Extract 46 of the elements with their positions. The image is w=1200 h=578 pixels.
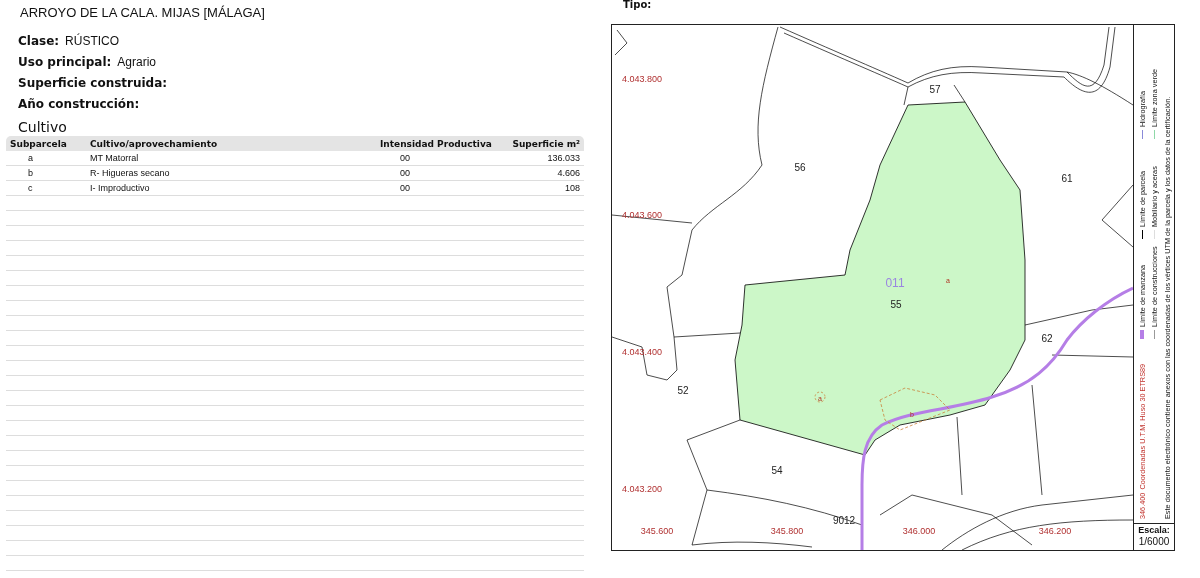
coordinate-label: 346.000 bbox=[902, 526, 936, 536]
coordinate-label: 4.043.400 bbox=[622, 347, 663, 357]
map-label: 57 bbox=[929, 84, 941, 95]
table-cell-text: 00 bbox=[399, 183, 411, 193]
field-label: Superficie construida: bbox=[18, 76, 168, 90]
coordinate-label: 346.200 bbox=[1038, 526, 1072, 536]
map-label: 52 bbox=[677, 385, 689, 396]
map-label: 011 bbox=[885, 276, 905, 290]
table-cell-text: c bbox=[27, 183, 34, 193]
address-title: ARROYO DE LA CALA. MIJAS [MÁLAGA] bbox=[20, 5, 266, 20]
table-cell-text: 4.606 bbox=[556, 168, 580, 178]
column-header: Intensidad Productiva bbox=[380, 138, 493, 149]
coordinate-label: 4.043.200 bbox=[622, 484, 663, 494]
map-type-label: Tipo: bbox=[623, 0, 653, 12]
column-header: Subparcela bbox=[9, 138, 68, 149]
map-label: 62 bbox=[1041, 333, 1053, 344]
coordinate-label: 345.800 bbox=[770, 526, 804, 536]
coordinate-label: 345.600 bbox=[640, 526, 674, 536]
field-label: Año construcción: bbox=[18, 97, 140, 111]
table-cell-text: 136.033 bbox=[546, 153, 580, 163]
map-label: 56 bbox=[794, 162, 806, 173]
table-cell-text: 108 bbox=[563, 183, 580, 193]
scale-label: Escala: bbox=[1138, 524, 1170, 536]
table-cell-text: 00 bbox=[399, 153, 411, 163]
coordinate-label: 4.043.800 bbox=[622, 74, 663, 84]
table-cell-text: MT Matorral bbox=[90, 153, 140, 163]
map-label: 54 bbox=[771, 465, 783, 476]
map-label: 9012 bbox=[832, 515, 856, 526]
subparcel-outline bbox=[879, 387, 951, 431]
subparcel-outline bbox=[814, 391, 826, 403]
table-cell-text: R- Higueras secano bbox=[90, 168, 171, 178]
column-header: Cultivo/aprovechamiento bbox=[90, 138, 219, 149]
field-label: Uso principal: bbox=[18, 55, 112, 69]
map-label: 61 bbox=[1061, 173, 1073, 184]
field-value: RÚSTICO bbox=[65, 34, 120, 48]
map-label: 55 bbox=[890, 299, 902, 310]
field-value: Agrario bbox=[117, 55, 156, 69]
table-cell-text: 00 bbox=[399, 168, 411, 178]
table-cell-text: b bbox=[27, 168, 34, 178]
section-title: Cultivo bbox=[18, 119, 68, 135]
table-cell-text: I- Improductivo bbox=[90, 183, 151, 193]
column-header: Superficie m² bbox=[511, 138, 580, 149]
coordinate-label: 4.043.600 bbox=[622, 210, 663, 220]
field-label: Clase: bbox=[18, 34, 60, 48]
table-cell-text: a bbox=[27, 153, 34, 163]
scale-value: 1/6000 bbox=[1138, 536, 1170, 548]
